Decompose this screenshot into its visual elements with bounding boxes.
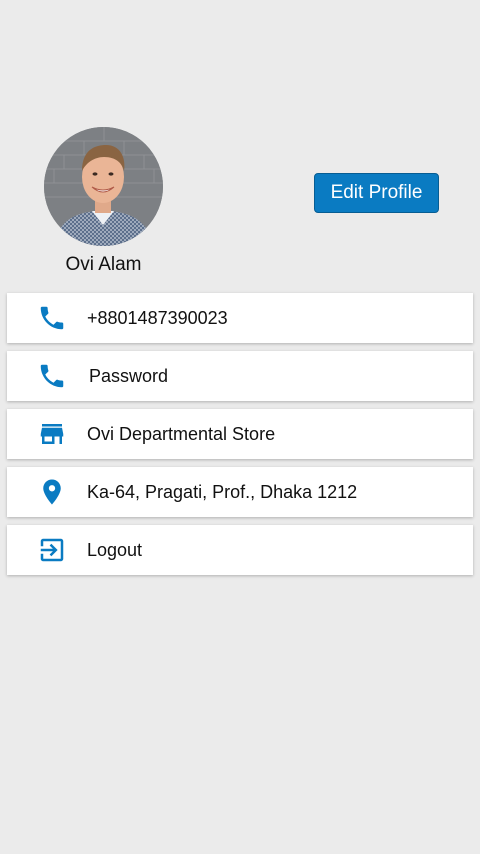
password-row[interactable]: Password bbox=[7, 351, 473, 401]
address-label: Ka-64, Pragati, Prof., Dhaka 1212 bbox=[87, 482, 358, 502]
avatar[interactable] bbox=[44, 127, 163, 246]
phone-icon bbox=[37, 361, 67, 391]
edit-profile-button[interactable]: Edit Profile bbox=[314, 173, 439, 213]
logout-row[interactable]: Logout bbox=[7, 525, 473, 575]
profile-screen: Ovi Alam Edit Profile +8801487390023 Pas… bbox=[0, 0, 480, 854]
profile-info-list: +8801487390023 Password Ovi Departmental… bbox=[7, 293, 473, 583]
profile-name: Ovi Alam bbox=[65, 254, 142, 275]
phone-icon bbox=[37, 303, 67, 333]
store-name-label: Ovi Departmental Store bbox=[87, 424, 276, 444]
password-label: Password bbox=[89, 366, 169, 386]
phone-row[interactable]: +8801487390023 bbox=[7, 293, 473, 343]
address-row[interactable]: Ka-64, Pragati, Prof., Dhaka 1212 bbox=[7, 467, 473, 517]
store-icon bbox=[37, 419, 67, 449]
phone-number-label: +8801487390023 bbox=[87, 308, 228, 328]
store-row[interactable]: Ovi Departmental Store bbox=[7, 409, 473, 459]
logout-label: Logout bbox=[87, 540, 143, 560]
location-pin-icon bbox=[37, 477, 67, 507]
logout-icon bbox=[37, 535, 67, 565]
